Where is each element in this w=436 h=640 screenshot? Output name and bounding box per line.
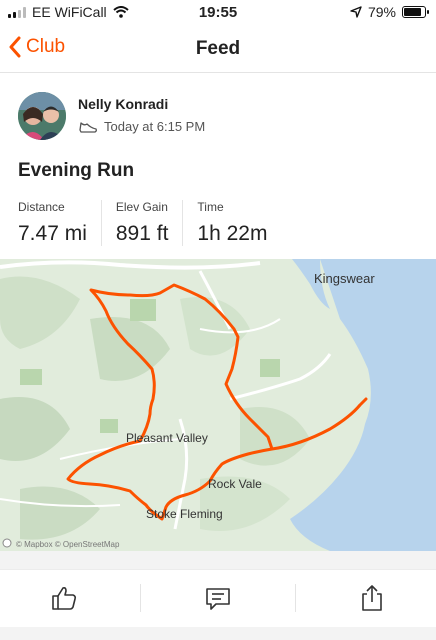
athlete-name[interactable]: Nelly Konradi (78, 96, 168, 112)
kudos-button[interactable] (48, 582, 80, 614)
stat-value: 891 ft (115, 222, 169, 245)
activity-meta: Today at 6:15 PM (78, 119, 205, 134)
thumbs-up-icon (52, 587, 77, 610)
bottom-spacer (0, 627, 436, 640)
place-pleasant-valley: Pleasant Valley (126, 431, 208, 445)
share-icon (362, 585, 382, 611)
avatar[interactable] (18, 92, 66, 140)
stat-label: Time (197, 200, 224, 214)
section-divider (0, 551, 436, 569)
action-bar (0, 569, 436, 628)
route-map[interactable]: Kingswear Pleasant Valley Rock Vale Stok… (0, 259, 436, 551)
comment-icon (206, 588, 230, 610)
activity-stats: Distance 7.47 mi Elev Gain 891 ft Time 1… (18, 200, 295, 246)
page-title: Feed (195, 38, 241, 59)
activity-header: Nelly Konradi Today at 6:15 PM (18, 92, 418, 142)
stat-elev-gain: Elev Gain 891 ft (116, 200, 184, 246)
share-button[interactable] (356, 582, 388, 614)
stat-value: 7.47 mi (18, 222, 87, 245)
place-stoke-fleming: Stoke Fleming (146, 507, 223, 521)
place-kingswear: Kingswear (314, 271, 375, 286)
map-attribution: © Mapbox © OpenStreetMap (16, 540, 120, 549)
mapbox-logo-icon (2, 538, 12, 548)
activity-title[interactable]: Evening Run (18, 160, 134, 182)
shoe-icon (79, 121, 97, 133)
stat-distance: Distance 7.47 mi (18, 200, 102, 246)
stat-label: Elev Gain (115, 200, 168, 214)
activity-timestamp: Today at 6:15 PM (104, 119, 206, 134)
stat-time: Time 1h 22m (197, 200, 281, 246)
battery-percent: 79% (367, 4, 396, 20)
action-divider (140, 584, 141, 612)
stat-value: 1h 22m (197, 222, 268, 245)
comment-button[interactable] (202, 582, 234, 614)
status-bar: EE WiFiCall 19:55 79% (0, 0, 436, 26)
location-arrow-icon (350, 6, 362, 18)
nav-bar: Club Feed (0, 28, 436, 73)
status-right: 79% (350, 4, 429, 20)
stat-label: Distance (18, 200, 65, 214)
battery-icon (402, 6, 429, 18)
action-divider (295, 584, 296, 612)
place-rock-vale: Rock Vale (208, 477, 262, 491)
